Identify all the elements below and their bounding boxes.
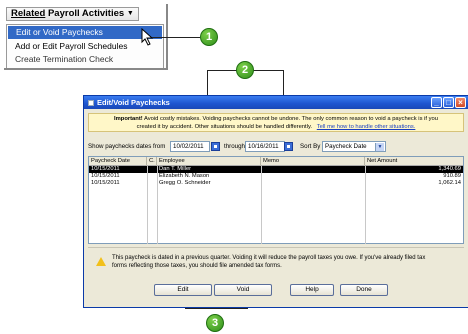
warning-line1: This paycheck is dated in a previous qua…	[112, 255, 426, 261]
cell-net-amount: 910.89	[443, 173, 461, 179]
cell-employee: Gregg O. Schneider	[159, 180, 211, 186]
through-label: through	[224, 143, 245, 150]
date-filter-row: Show paychecks dates from 10/02/2011 thr…	[88, 141, 464, 153]
cell-net-amount: 1,062.14	[438, 180, 461, 186]
edit-void-paychecks-window: Edit/Void Paychecks _ □ × Important! Avo…	[83, 95, 468, 308]
cell-employee: Elizabeth N. Mason	[159, 173, 210, 179]
related-payroll-activities-dropdown[interactable]: Related Payroll Activities ▼	[6, 7, 139, 21]
window-icon	[88, 100, 94, 107]
warning-text: This paycheck is dated in a previous qua…	[112, 254, 452, 270]
calendar-icon-from[interactable]	[211, 142, 220, 151]
column-header-employee[interactable]: Employee	[157, 157, 261, 166]
cell-net-amount: 1,340.69	[438, 166, 461, 172]
column-header-paycheck-date[interactable]: Paycheck Date	[89, 157, 147, 166]
menu-header-label: Payroll Activities	[45, 8, 125, 19]
sort-by-select[interactable]: Paycheck Date ▼	[322, 141, 386, 152]
tell-me-how-link[interactable]: Tell me how to handle other situations.	[317, 124, 416, 130]
table-header: Paycheck Date C. Employee Memo Net Amoun…	[89, 157, 463, 166]
calendar-icon-through[interactable]	[284, 142, 293, 151]
warning-message: This paycheck is dated in a previous qua…	[88, 247, 464, 277]
dates-from-label: Show paychecks dates from	[88, 143, 166, 150]
edit-button[interactable]: Edit	[154, 284, 212, 296]
banner-important-label: Important!	[114, 116, 143, 122]
callout-3-line-bottom	[185, 308, 248, 309]
column-header-c[interactable]: C.	[147, 157, 157, 166]
window-titlebar[interactable]: Edit/Void Paychecks _ □ ×	[84, 96, 468, 109]
warning-line2: forms reflecting those taxes, you should…	[112, 263, 282, 269]
cell-date: 10/15/2011	[91, 166, 120, 172]
cell-date: 10/15/2011	[91, 173, 120, 179]
menu-header-underlined: Related	[11, 8, 46, 19]
column-divider	[365, 166, 366, 244]
column-divider	[157, 166, 158, 244]
close-button[interactable]: ×	[455, 97, 466, 108]
table-row[interactable]: 10/15/2011 Gregg O. Schneider 1,062.14	[89, 180, 463, 187]
callout-1-line-h	[152, 37, 200, 38]
warning-icon	[96, 257, 106, 266]
paychecks-table: Paycheck Date C. Employee Memo Net Amoun…	[88, 156, 464, 244]
date-through-field[interactable]: 10/16/2011	[245, 141, 285, 152]
chevron-down-icon: ▼	[126, 10, 134, 17]
column-divider	[147, 166, 148, 244]
important-banner: Important! Avoid costly mistakes. Voidin…	[88, 113, 464, 132]
callout-2-badge: 2	[236, 61, 254, 79]
sort-by-label: Sort By	[300, 143, 321, 150]
maximize-button[interactable]: □	[443, 97, 454, 108]
done-button[interactable]: Done	[340, 284, 388, 296]
table-row[interactable]: 10/15/2011 Dan T. Miller 1,340.69	[89, 166, 463, 173]
callout-3-badge: 3	[206, 314, 224, 332]
banner-text-line1: Avoid costly mistakes. Voiding paychecks…	[142, 116, 438, 122]
chevron-down-icon: ▼	[375, 143, 384, 151]
column-divider	[261, 166, 262, 244]
date-from-field[interactable]: 10/02/2011	[170, 141, 210, 152]
window-title: Edit/Void Paychecks	[97, 98, 170, 107]
menu-item-add-or-edit-payroll-schedules[interactable]: Add or Edit Payroll Schedules	[7, 40, 163, 53]
cell-date: 10/15/2011	[91, 180, 120, 186]
table-row[interactable]: 10/15/2011 Elizabeth N. Mason 910.89	[89, 173, 463, 180]
callout-1-badge: 1	[200, 28, 218, 46]
void-button[interactable]: Void	[214, 284, 272, 296]
menu-item-edit-or-void-paychecks[interactable]: Edit or Void Paychecks	[8, 26, 162, 39]
help-button[interactable]: Help	[290, 284, 334, 296]
sort-by-value: Paycheck Date	[325, 143, 367, 150]
cell-employee: Dan T. Miller	[159, 166, 192, 172]
column-header-net-amount[interactable]: Net Amount	[365, 157, 465, 166]
minimize-button[interactable]: _	[431, 97, 442, 108]
menu-item-create-termination-check[interactable]: Create Termination Check	[7, 53, 163, 66]
column-header-memo[interactable]: Memo	[261, 157, 365, 166]
banner-text-line2: created it by accident. Other situations…	[136, 124, 313, 130]
